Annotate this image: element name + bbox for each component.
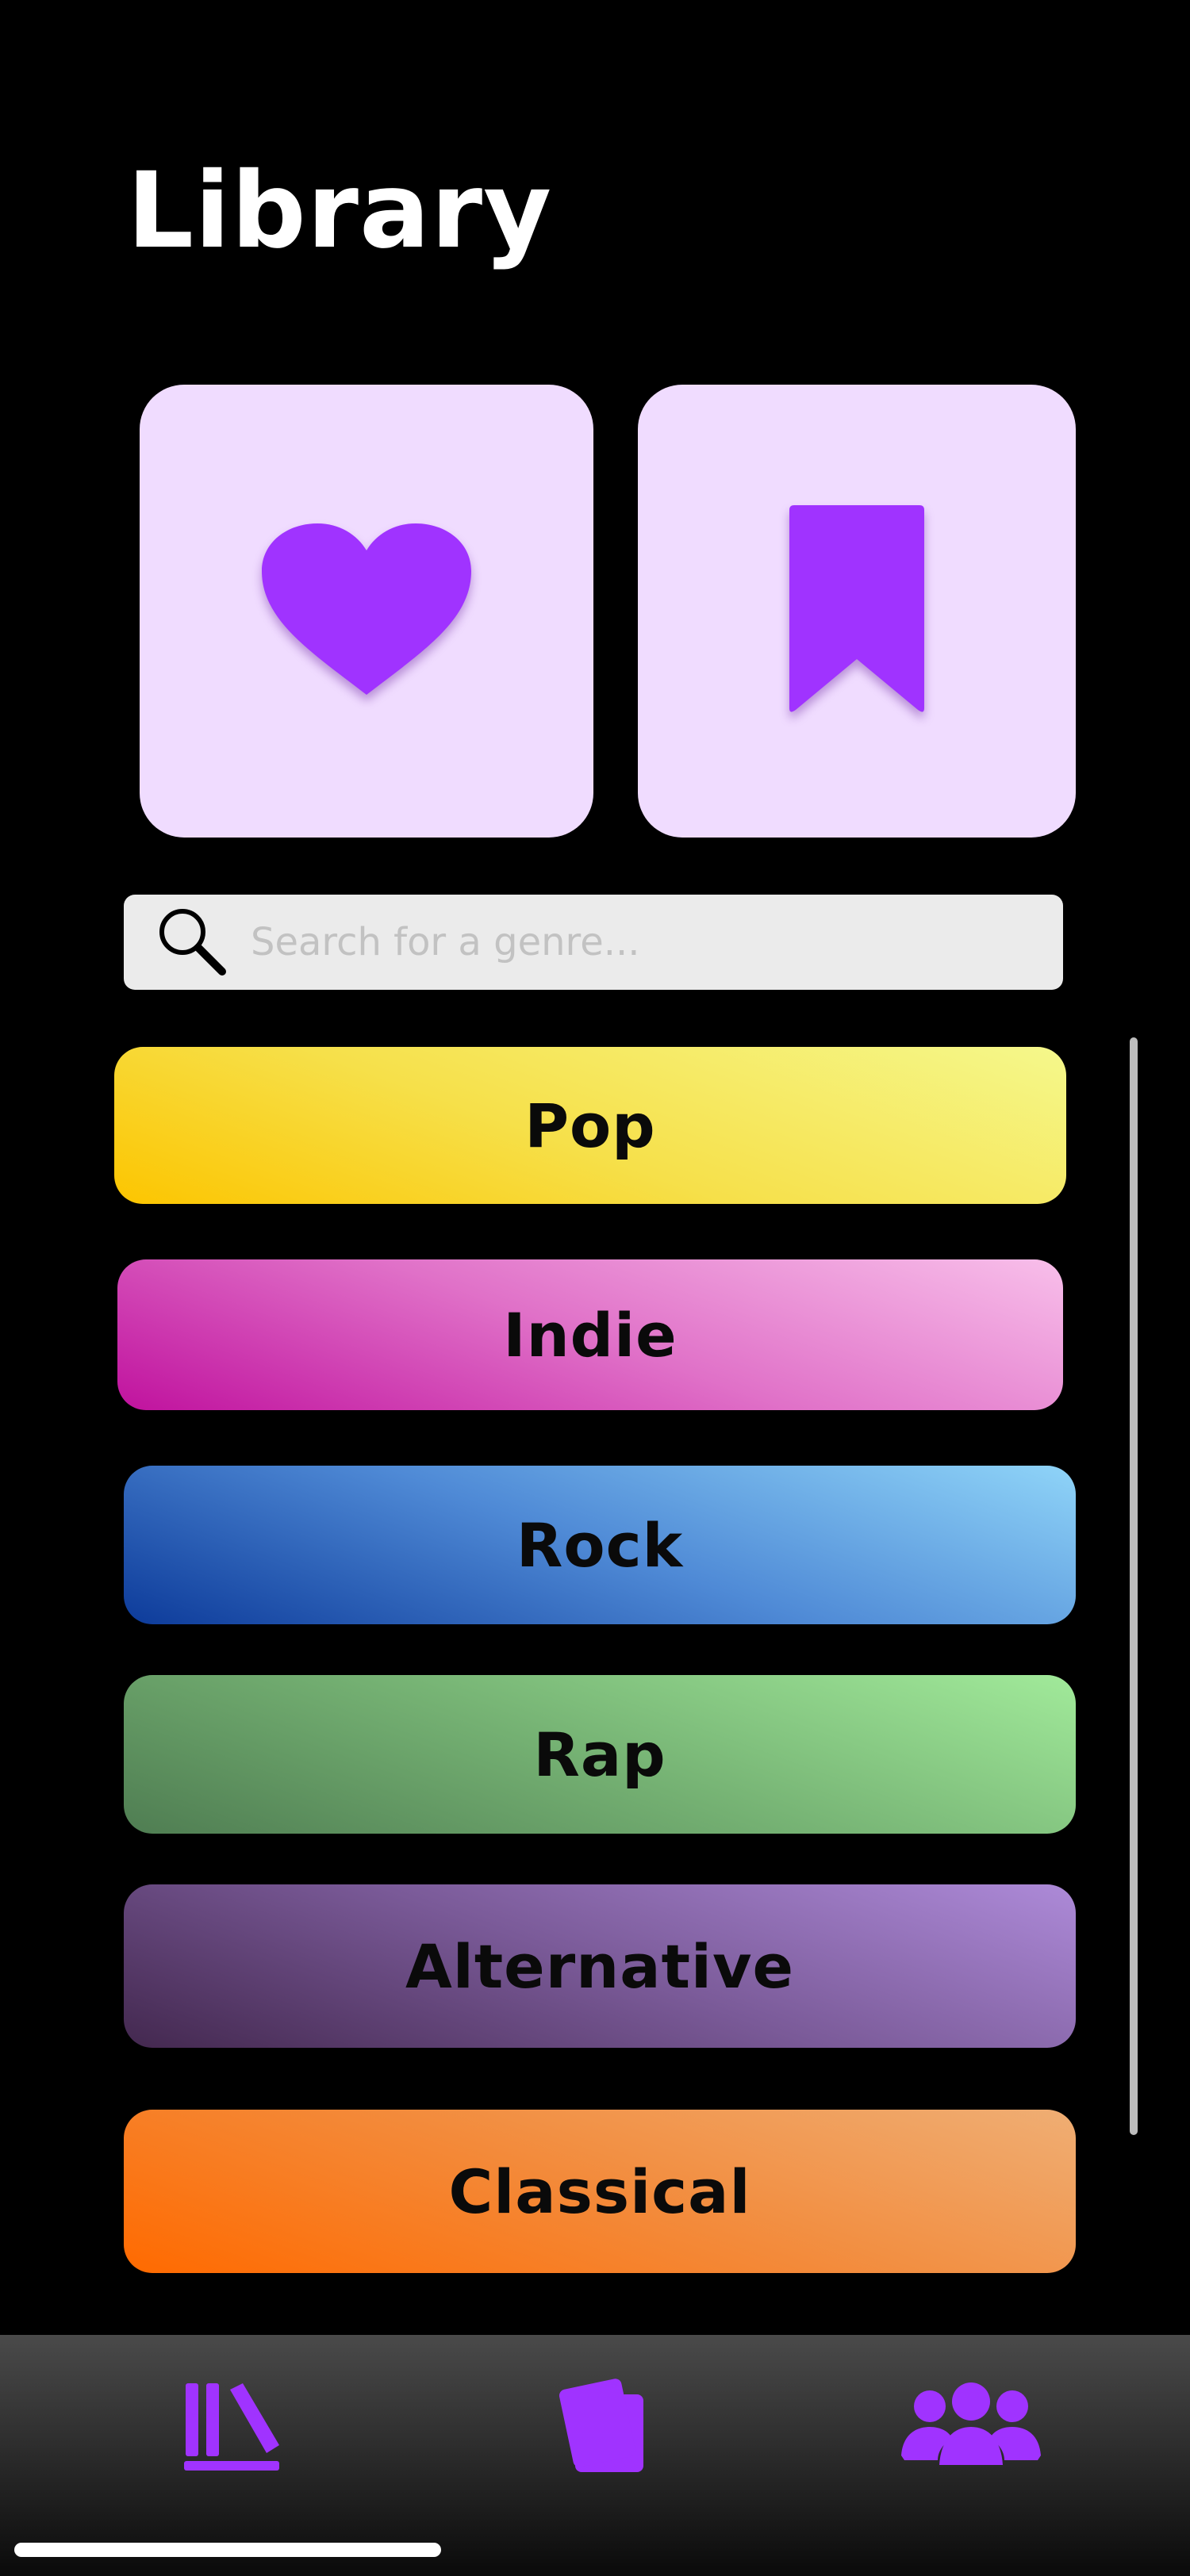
genre-label: Rock	[516, 1509, 684, 1581]
genre-label: Classical	[448, 2156, 751, 2227]
genre-button-alternative[interactable]: Alternative	[124, 1884, 1076, 2048]
library-icon	[182, 2379, 286, 2477]
tab-friends[interactable]	[900, 2376, 1042, 2479]
genre-button-pop[interactable]: Pop	[114, 1047, 1066, 1204]
genre-button-rap[interactable]: Rap	[124, 1675, 1076, 1834]
tab-cards[interactable]	[555, 2376, 658, 2479]
cards-icon	[559, 2377, 654, 2478]
genre-button-classical[interactable]: Classical	[124, 2110, 1076, 2273]
scrollbar[interactable]	[1130, 1037, 1138, 2135]
genre-label: Indie	[503, 1299, 678, 1370]
genre-label: Pop	[524, 1090, 656, 1161]
genre-button-indie[interactable]: Indie	[117, 1259, 1063, 1410]
tab-bar	[0, 2335, 1190, 2576]
friends-icon	[901, 2382, 1041, 2473]
genre-button-rock[interactable]: Rock	[124, 1466, 1076, 1624]
genre-label: Alternative	[405, 1930, 795, 2002]
genre-list: Pop Indie Rock Rap Alternative Classical	[0, 0, 1190, 2332]
tab-library[interactable]	[175, 2376, 294, 2479]
genre-label: Rap	[533, 1719, 666, 1790]
home-indicator[interactable]	[14, 2543, 441, 2557]
